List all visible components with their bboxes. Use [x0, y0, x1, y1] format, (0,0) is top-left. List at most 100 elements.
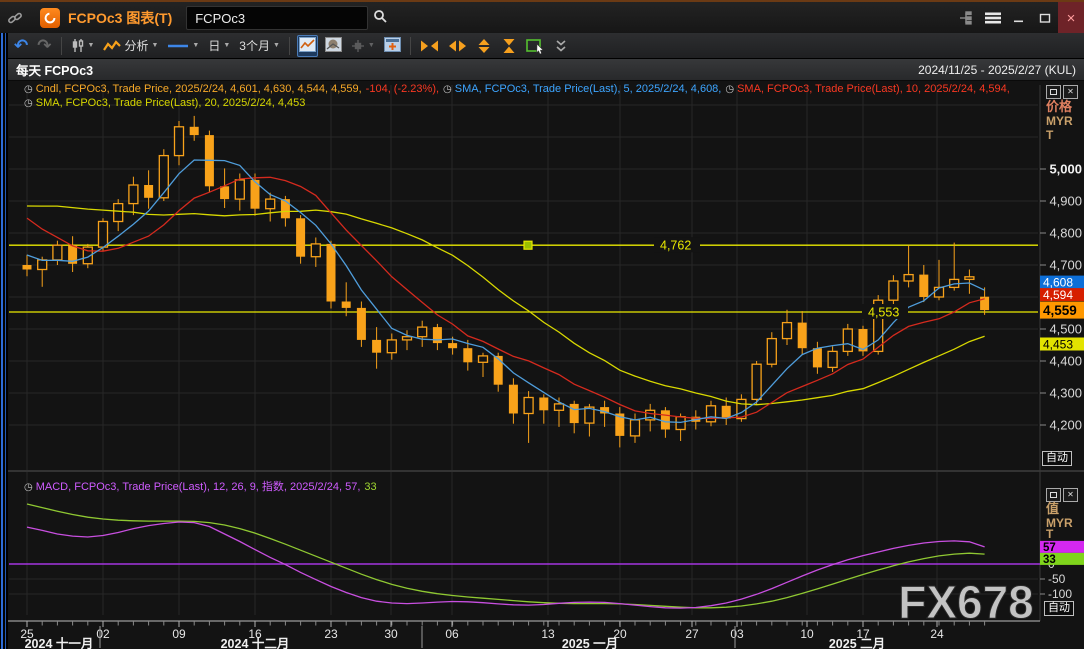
security-search-box[interactable]	[186, 6, 368, 30]
svg-text:23: 23	[324, 627, 338, 641]
macd-axis-title: 值	[1046, 502, 1073, 516]
close-button[interactable]: ×	[1058, 2, 1084, 34]
toolbar-separator	[289, 37, 290, 55]
svg-text:2025 二月: 2025 二月	[829, 637, 885, 649]
candle-change: -104, (-2.23%),	[366, 83, 439, 95]
search-icon[interactable]	[373, 9, 387, 28]
watermark: FX678	[898, 576, 1034, 628]
chart-title: 每天 FCPOc3	[16, 60, 93, 79]
chart-type-button[interactable]	[297, 35, 318, 57]
zoom-in-horizontal-icon[interactable]	[446, 35, 469, 57]
macd-legend-row[interactable]: MACD, FCPOc3, Trade Price(Last), 12, 26,…	[24, 478, 381, 494]
toolbar-separator	[61, 37, 62, 55]
clock-icon	[24, 481, 36, 493]
svg-text:2024 十一月: 2024 十一月	[25, 636, 94, 649]
night-chart-button[interactable]	[323, 35, 344, 57]
more-tools-chevron[interactable]	[553, 35, 569, 57]
svg-text:5,000: 5,000	[1049, 162, 1082, 177]
event-pins-tool[interactable]: ▼	[69, 35, 97, 57]
svg-text:2025 一月: 2025 一月	[562, 637, 618, 649]
line-style-menu[interactable]: ▼	[165, 35, 201, 57]
macd-autoscale-button[interactable]: 自动	[1044, 601, 1074, 616]
close-panel-icon[interactable]: ✕	[1063, 85, 1078, 99]
restore-panel-icon[interactable]	[1046, 85, 1061, 99]
add-panel-button[interactable]	[382, 35, 403, 57]
macd-signal-value: 33	[364, 481, 376, 493]
svg-text:33: 33	[1043, 554, 1056, 566]
macd-axis-title-block: 值 MYR T	[1046, 502, 1073, 538]
zoom-select-tool[interactable]	[524, 35, 548, 57]
clock-icon	[443, 83, 455, 95]
svg-text:4,594: 4,594	[1043, 288, 1073, 302]
price-panel-icons: ✕	[1046, 85, 1078, 99]
svg-text:13: 13	[541, 627, 555, 641]
workspace-tree-icon[interactable]	[954, 2, 980, 34]
svg-text:4,453: 4,453	[1043, 337, 1073, 351]
terminal-window: 4,7624,5535,0004,9004,8004,7004,5004,400…	[0, 0, 1084, 649]
svg-text:10: 10	[800, 627, 814, 641]
chart-date-range: 2024/11/25 - 2025/2/27 (KUL)	[918, 63, 1076, 77]
close-panel-icon[interactable]: ✕	[1063, 488, 1078, 502]
price-axis-title: 价格	[1046, 100, 1073, 114]
price-axis-unit: T	[1046, 128, 1073, 142]
price-legend-row-1[interactable]: Cndl, FCPOc3, Trade Price, 2025/2/24, 4,…	[24, 83, 1014, 95]
undo-button[interactable]: ↶	[12, 35, 30, 57]
link-icon[interactable]	[0, 10, 30, 26]
sma20-legend: SMA, FCPOc3, Trade Price(Last), 20, 2025…	[36, 97, 306, 109]
analysis-menu[interactable]: 分析▼	[101, 35, 160, 57]
redo-button[interactable]: ↷	[35, 35, 53, 57]
maximize-button[interactable]	[1032, 2, 1058, 34]
chart-header: 每天 FCPOc3 2024/11/25 - 2025/2/27 (KUL)	[8, 59, 1084, 81]
macd-legend: MACD, FCPOc3, Trade Price(Last), 12, 26,…	[36, 481, 361, 493]
price-legend-row-2[interactable]: SMA, FCPOc3, Trade Price(Last), 20, 2025…	[24, 97, 309, 109]
clock-icon	[725, 83, 737, 95]
svg-text:4,900: 4,900	[1049, 194, 1082, 209]
svg-text:2024 十二月: 2024 十二月	[221, 636, 290, 649]
range-menu[interactable]: 3个月▼	[237, 35, 282, 57]
candle-legend: Cndl, FCPOc3, Trade Price, 2025/2/24, 4,…	[36, 83, 362, 95]
dock-edge-strip[interactable]	[0, 33, 8, 649]
search-input[interactable]	[193, 10, 373, 27]
svg-text:27: 27	[685, 627, 699, 641]
svg-text:09: 09	[172, 627, 186, 641]
svg-text:06: 06	[445, 627, 459, 641]
sma10-legend: SMA, FCPOc3, Trade Price(Last), 10, 2025…	[737, 83, 1010, 95]
expand-vertical-icon[interactable]	[474, 35, 494, 57]
price-axis-title-block: 价格 MYR T	[1046, 100, 1073, 142]
window-title: FCPOc3 图表(T)	[68, 8, 172, 28]
period-menu[interactable]: 日▼	[206, 35, 232, 57]
axis-badge-33: 33	[1040, 553, 1084, 566]
title-bar: FCPOc3 图表(T)	[0, 0, 1084, 35]
annotation-tool-disabled[interactable]: ▼	[349, 35, 377, 57]
svg-text:4,700: 4,700	[1049, 258, 1082, 273]
axis-badge-57: 57	[1040, 541, 1084, 554]
svg-text:4,300: 4,300	[1049, 386, 1082, 401]
menu-icon[interactable]	[980, 2, 1006, 34]
svg-text:4,500: 4,500	[1049, 322, 1082, 337]
clock-icon	[24, 83, 36, 95]
svg-text:4,400: 4,400	[1049, 354, 1082, 369]
annotation-label-4553[interactable]: 4,553	[862, 304, 908, 320]
restore-panel-icon[interactable]	[1046, 488, 1061, 502]
clock-icon	[24, 97, 36, 109]
svg-text:-100: -100	[1048, 587, 1072, 601]
compress-vertical-icon[interactable]	[499, 35, 519, 57]
svg-text:02: 02	[96, 627, 110, 641]
zoom-out-horizontal-icon[interactable]	[418, 35, 441, 57]
svg-text:30: 30	[384, 627, 398, 641]
svg-text:4,200: 4,200	[1049, 418, 1082, 433]
minimize-button[interactable]	[1006, 2, 1032, 34]
toolbar-separator	[410, 37, 411, 55]
svg-text:-50: -50	[1048, 572, 1066, 586]
svg-text:57: 57	[1043, 542, 1056, 554]
svg-text:03: 03	[730, 627, 744, 641]
chart-toolbar: ↶ ↷ ▼ 分析▼ ▼ 日▼ 3个月▼ ▼	[8, 33, 1084, 59]
svg-text:4,559: 4,559	[1043, 303, 1077, 318]
macd-axis-unit: T	[1046, 530, 1073, 538]
axis-badge-4,559: 4,559	[1040, 302, 1084, 319]
price-autoscale-button[interactable]: 自动	[1042, 451, 1072, 466]
macd-panel-icons: ✕	[1046, 488, 1078, 502]
svg-text:4,553: 4,553	[868, 306, 899, 320]
svg-text:4,800: 4,800	[1049, 226, 1082, 241]
app-icon	[40, 8, 60, 28]
